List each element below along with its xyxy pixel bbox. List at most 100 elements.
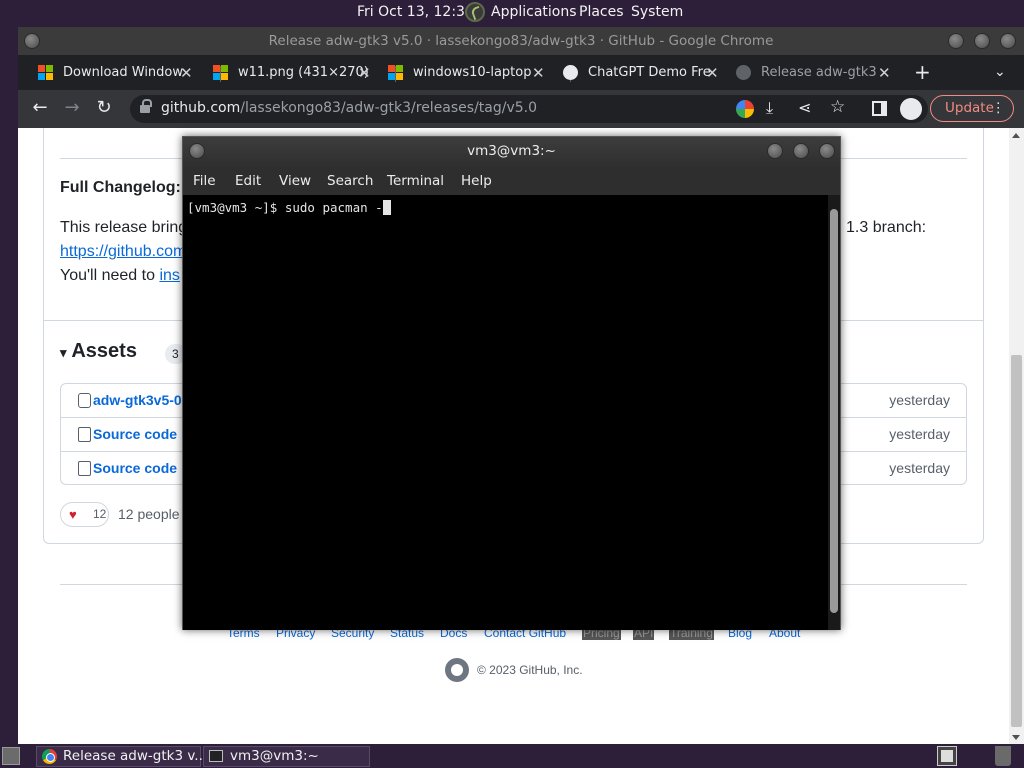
tab-download-windows[interactable]: Download Window (38, 58, 198, 88)
chrome-titlebar[interactable]: Release adw-gtk3 v5.0 · lassekongo83/adw… (18, 27, 1024, 55)
install-link[interactable]: ins (159, 267, 179, 284)
terminal-window: vm3@vm3:~ File Edit View Search Terminal… (182, 136, 841, 630)
share-icon[interactable]: ⋖ (798, 98, 811, 117)
taskbar-label: Release adw-gtk3 v... (63, 748, 208, 764)
applications-menu[interactable]: Applications (491, 4, 577, 20)
prompt-line: [vm3@vm3 ~]$ sudo pacman - (187, 200, 391, 215)
tab-chatgpt-demo[interactable]: ChatGPT Demo Fre (563, 58, 713, 88)
tab-search-chevron-icon[interactable]: ⌄ (994, 57, 1006, 87)
asset-link[interactable]: Source code (93, 426, 177, 442)
bookmark-star-icon[interactable]: ☆ (830, 97, 845, 117)
bottom-taskbar: Release adw-gtk3 v... vm3@vm3:~ (0, 744, 1024, 768)
profile-avatar-icon[interactable] (900, 98, 922, 120)
menu-edit[interactable]: Edit (235, 173, 261, 189)
github-icon (736, 65, 751, 80)
show-desktop-icon[interactable] (2, 747, 20, 765)
tab-strip: Download Window ✕ w11.png (431×270) ✕ wi… (18, 55, 1024, 90)
tab-windows10-laptop[interactable]: windows10-laptop (388, 58, 538, 88)
taskbar-item-terminal[interactable]: vm3@vm3:~ (203, 746, 370, 767)
asset-date: yesterday (889, 392, 950, 408)
google-lens-icon[interactable] (736, 100, 754, 118)
browser-toolbar: ← → ↻ github.com/lassekongo83/adw-gtk3/r… (18, 90, 1024, 128)
microsoft-logo-icon (388, 65, 404, 81)
tab-w11-png[interactable]: w11.png (431×270) (213, 58, 373, 88)
trash-icon[interactable] (995, 746, 1011, 766)
terminal-menubar: File Edit View Search Terminal Help (183, 166, 840, 195)
reaction-count: 12 (93, 507, 107, 521)
copyright: © 2023 GitHub, Inc. (477, 663, 583, 677)
close-tab-icon[interactable]: ✕ (180, 58, 193, 88)
scroll-thumb[interactable] (1011, 355, 1022, 727)
release-description: This release bring (60, 219, 188, 236)
tab-title: windows10-laptop (413, 65, 532, 80)
address-bar[interactable]: github.com/lassekongo83/adw-gtk3/release… (130, 95, 928, 123)
close-window-icon[interactable] (1000, 33, 1016, 49)
menu-terminal[interactable]: Terminal (387, 173, 444, 189)
branch-link[interactable]: https://github.com (60, 243, 186, 261)
page-scrollbar[interactable] (1009, 128, 1024, 745)
scroll-thumb[interactable] (830, 209, 838, 613)
terminal-output[interactable]: [vm3@vm3 ~]$ sudo pacman - (183, 195, 828, 630)
more-menu-icon[interactable]: ⋮ (992, 96, 1006, 121)
microsoft-logo-icon (213, 65, 229, 81)
close-tab-icon[interactable]: ✕ (358, 58, 371, 88)
update-button[interactable]: Update ⋮ (930, 95, 1014, 122)
side-panel-icon[interactable] (872, 101, 887, 116)
install-note: You'll need to ins (60, 267, 180, 284)
changelog-label: Full Changelog: (60, 179, 181, 196)
distro-logo-icon[interactable] (465, 2, 485, 22)
close-tab-icon[interactable]: ✕ (878, 58, 891, 88)
install-app-icon[interactable]: ⤓ (766, 98, 773, 118)
maximize-icon[interactable] (793, 143, 809, 159)
tab-release-adw-gtk3[interactable]: Release adw-gtk3 (736, 58, 886, 88)
tab-title: w11.png (431×270) (238, 65, 369, 80)
globe-icon (563, 65, 578, 80)
taskbar-item-chrome[interactable]: Release adw-gtk3 v... (36, 746, 207, 767)
window-title: Release adw-gtk3 v5.0 · lassekongo83/adw… (268, 33, 774, 49)
scroll-up-icon[interactable] (1012, 133, 1020, 138)
heart-reaction-button[interactable]: ♥ 12 (60, 502, 109, 527)
clock[interactable]: Fri Oct 13, 12:30 (357, 4, 474, 20)
scroll-down-icon[interactable] (1012, 735, 1020, 740)
asset-date: yesterday (889, 426, 950, 442)
tab-title: ChatGPT Demo Fre (588, 65, 711, 80)
chrome-icon (42, 749, 57, 764)
asset-link[interactable]: Source code (93, 460, 177, 476)
menu-view[interactable]: View (279, 173, 311, 189)
new-tab-icon[interactable]: + (914, 57, 931, 87)
window-menu-icon[interactable] (24, 33, 40, 49)
back-icon[interactable]: ← (28, 96, 52, 120)
close-tab-icon[interactable]: ✕ (532, 58, 545, 88)
reload-icon[interactable]: ↻ (92, 96, 116, 120)
places-menu[interactable]: Places (579, 4, 624, 20)
minimize-icon[interactable] (948, 33, 964, 49)
terminal-titlebar[interactable]: vm3@vm3:~ (183, 137, 840, 166)
release-description-end: 1.3 branch: (846, 219, 927, 236)
text-cursor (382, 200, 391, 215)
taskbar-label: vm3@vm3:~ (230, 748, 319, 764)
package-icon (78, 393, 91, 408)
close-tab-icon[interactable]: ✕ (706, 58, 719, 88)
top-panel: Fri Oct 13, 12:30 Applications Places Sy… (0, 0, 1024, 24)
menu-search[interactable]: Search (327, 173, 373, 189)
maximize-icon[interactable] (974, 33, 990, 49)
url-text[interactable]: github.com/lassekongo83/adw-gtk3/release… (161, 100, 537, 116)
file-zip-icon (78, 427, 91, 442)
menu-file[interactable]: File (193, 173, 216, 189)
assets-toggle[interactable]: ▾ Assets (60, 340, 137, 363)
menu-help[interactable]: Help (461, 173, 492, 189)
reaction-text: 12 people (118, 506, 180, 522)
command-text: [vm3@vm3 ~]$ sudo pacman - (187, 200, 383, 215)
github-logo-icon[interactable] (445, 658, 469, 682)
system-menu[interactable]: System (631, 4, 683, 20)
workspace-switcher-icon[interactable] (937, 746, 957, 766)
asset-link[interactable]: adw-gtk3v5-0 (93, 392, 182, 408)
window-menu-icon[interactable] (189, 143, 205, 159)
heart-icon: ♥ (69, 507, 77, 522)
file-zip-icon (78, 461, 91, 476)
lock-icon[interactable] (140, 99, 152, 114)
terminal-scrollbar[interactable] (828, 195, 840, 630)
minimize-icon[interactable] (767, 143, 783, 159)
close-window-icon[interactable] (819, 143, 835, 159)
forward-icon[interactable]: → (60, 96, 84, 120)
